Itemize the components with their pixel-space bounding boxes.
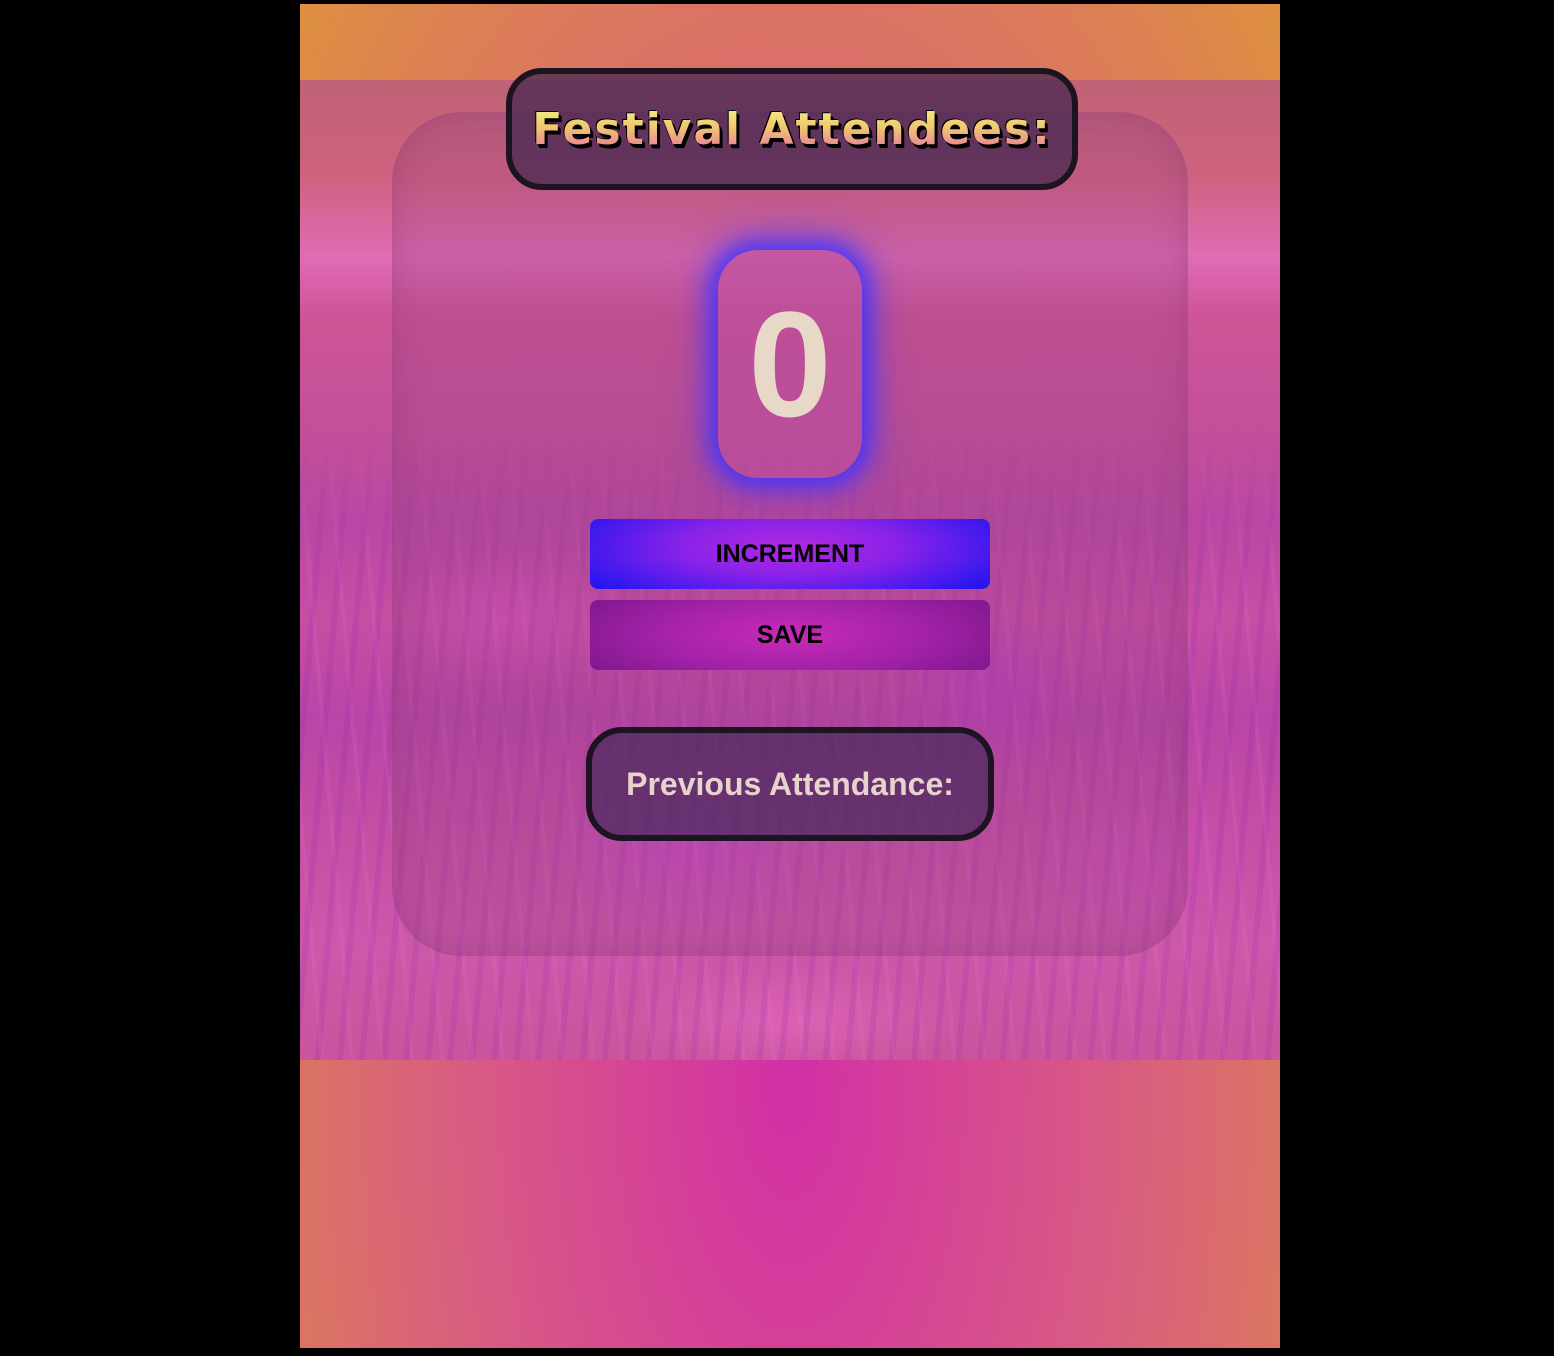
save-button[interactable]: SAVE xyxy=(590,600,990,670)
page-title: Festival Attendees: xyxy=(532,103,1052,155)
increment-button[interactable]: INCREMENT xyxy=(590,519,990,589)
previous-attendance-panel: Previous Attendance: xyxy=(586,727,994,841)
title-banner: Festival Attendees: xyxy=(506,68,1078,190)
attendee-counter: 0 xyxy=(718,250,862,478)
page-background: Festival Attendees: 0 INCREMENT SAVE Pre… xyxy=(300,4,1280,1348)
counter-value: 0 xyxy=(748,280,832,448)
previous-attendance-label: Previous Attendance: xyxy=(626,765,954,802)
